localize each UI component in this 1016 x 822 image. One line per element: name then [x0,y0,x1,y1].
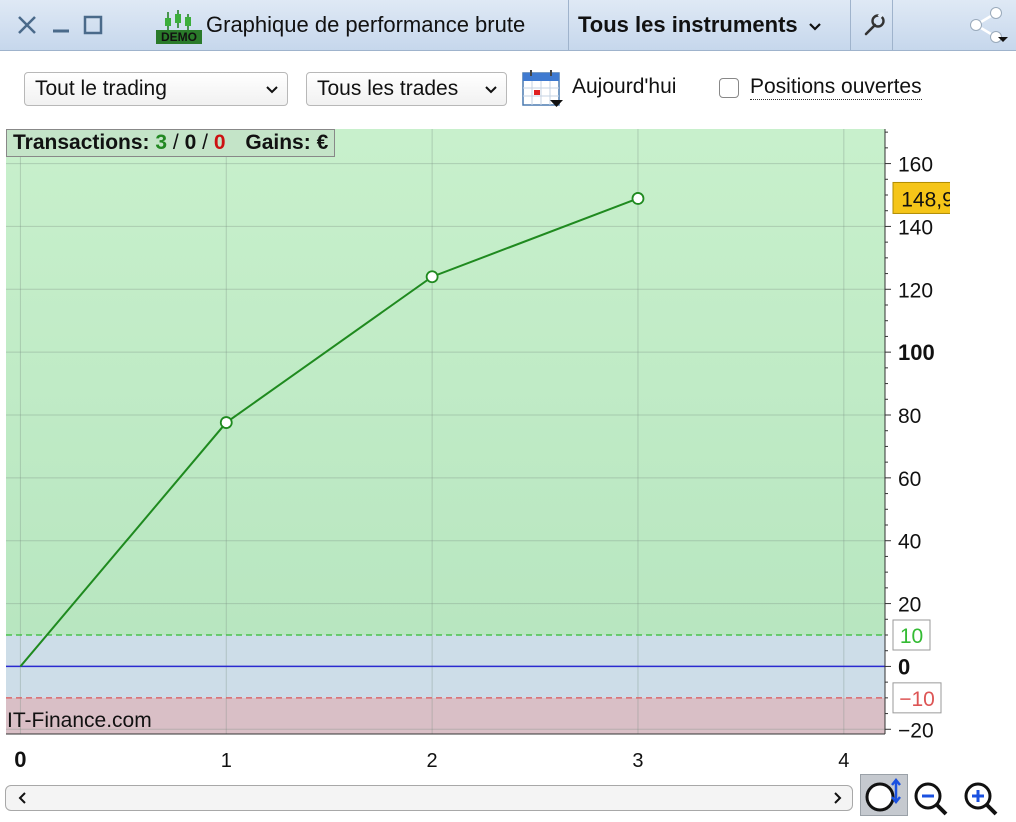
title-bar: DEMO Graphique de performance brute Tous… [0,0,1016,51]
trade-filter-value: Tous les trades [317,77,459,100]
demo-chart-icon: DEMO [156,10,202,44]
zoom-fit-button[interactable] [860,774,908,816]
gains-currency: € [316,131,329,154]
data-point [219,416,233,429]
open-positions-checkbox[interactable] [719,78,739,98]
zoom-in-button[interactable] [962,780,1002,816]
performance-chart: −20 0 20 40 60 80 100 120 140 160 0 1 2 3 4 148,9 10 −10 [6,129,950,772]
settings-button[interactable] [858,10,888,40]
lower-threshold-label: −10 [899,688,935,711]
chevron-down-icon [266,86,278,94]
maximize-window-button[interactable] [80,10,106,40]
neutral-count: 0 [184,131,197,154]
minimize-icon [53,29,69,33]
chevron-right-icon [834,792,842,804]
minimize-window-button[interactable] [48,10,74,40]
scroll-left-button[interactable] [14,789,30,807]
watermark: IT-Finance.com [7,709,152,732]
y-tick-label: −20 [898,719,934,742]
data-point [631,192,645,205]
title-separator [892,0,893,50]
count-separator: / [202,131,208,154]
transactions-summary: Transactions: 3 / 0 / 0 Gains: € [6,129,336,157]
title-separator [850,0,851,50]
x-tick-label: 2 [427,750,438,772]
y-tick-label: 80 [898,405,921,428]
share-icon [970,7,1008,43]
gains-label: Gains: [245,131,311,154]
y-tick-label: 60 [898,468,921,491]
y-tick-label: 40 [898,531,921,554]
zoom-out-icon [914,782,948,816]
trading-filter-select[interactable]: Tout le trading [24,72,288,106]
trade-filter-select[interactable]: Tous les trades [306,72,507,106]
y-tick-label: 160 [898,154,933,177]
data-point [425,270,439,284]
instrument-selector[interactable]: Tous les instruments [578,12,822,38]
wrench-icon [864,12,885,36]
close-window-button[interactable] [14,10,40,40]
x-tick-label: 1 [221,750,232,772]
upper-threshold-label: 10 [900,625,923,648]
maximize-icon [83,15,103,35]
open-positions-label[interactable]: Positions ouvertes [750,75,922,100]
demo-badge: DEMO [161,30,197,44]
share-button[interactable] [966,7,1010,43]
x-tick-label: 0 [14,747,26,772]
x-tick-label: 3 [632,750,643,772]
y-tick-label: 20 [898,594,921,617]
count-separator: / [172,131,179,154]
zoom-in-icon [964,782,998,816]
calendar-icon[interactable] [522,70,564,110]
chevron-down-icon [808,23,821,31]
chevron-left-icon [18,792,26,804]
scroll-right-button[interactable] [830,789,846,807]
y-tick-label: 120 [898,279,933,302]
date-label[interactable]: Aujourd'hui [572,75,676,99]
zoom-out-button[interactable] [912,780,952,816]
y-tick-label: 0 [898,654,910,679]
trading-filter-value: Tout le trading [35,77,167,100]
transactions-label: Transactions: [13,131,150,154]
current-value-label: 148,9 [901,188,950,211]
profit-zone [6,129,885,635]
winning-count: 3 [155,131,168,154]
x-tick-label: 4 [838,750,849,772]
y-tick-label: 100 [898,340,935,365]
window-title: Graphique de performance brute [206,12,526,37]
instrument-selector-label: Tous les instruments [578,12,798,37]
chevron-down-icon [485,86,497,94]
title-separator [568,0,569,50]
losing-count: 0 [213,131,226,154]
horizontal-scrollbar[interactable] [5,785,853,811]
zoom-fit-icon [865,777,901,812]
y-tick-label: 140 [898,216,933,239]
close-icon [18,16,36,34]
